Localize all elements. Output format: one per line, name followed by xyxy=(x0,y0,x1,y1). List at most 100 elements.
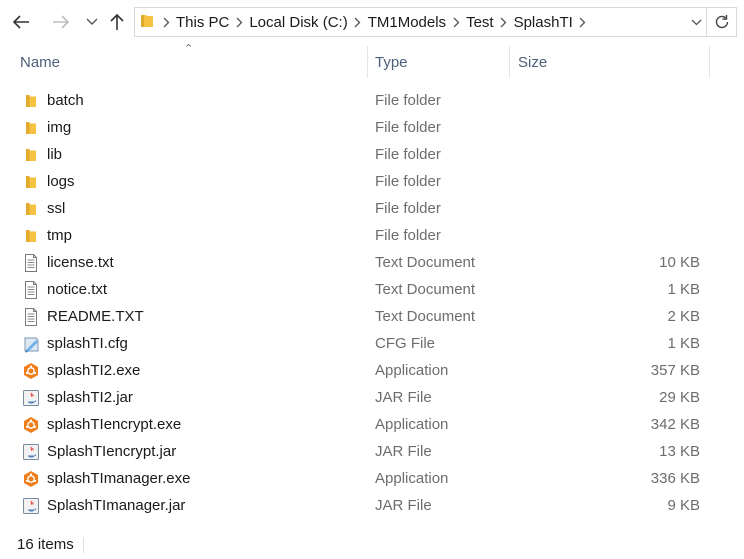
file-size: 336 KB xyxy=(650,470,700,487)
file-name[interactable]: splashTImanager.exe xyxy=(47,465,190,492)
file-type: File folder xyxy=(375,173,441,190)
arrow-right-icon xyxy=(53,15,70,29)
file-name[interactable]: SplashTIencrypt.jar xyxy=(47,438,176,465)
file-row[interactable]: tmp File folder xyxy=(0,222,744,249)
breadcrumb: This PC Local Disk (C:) TM1Models Test S… xyxy=(156,14,593,31)
breadcrumb-local-disk[interactable]: Local Disk (C:) xyxy=(249,14,347,31)
file-size: 13 KB xyxy=(659,443,700,460)
file-name[interactable]: lib xyxy=(47,141,62,168)
column-header-name[interactable]: Name xyxy=(20,46,60,78)
column-headers: Name Type Size xyxy=(0,46,744,78)
folder-icon xyxy=(21,118,41,138)
file-row[interactable]: ssl File folder xyxy=(0,195,744,222)
file-row[interactable]: license.txt Text Document 10 KB xyxy=(0,249,744,276)
file-size: 9 KB xyxy=(667,497,700,514)
file-name[interactable]: batch xyxy=(47,87,84,114)
up-button[interactable] xyxy=(106,11,128,33)
chevron-right-icon[interactable] xyxy=(156,17,176,28)
file-row[interactable]: splashTI.cfg CFG File 1 KB xyxy=(0,330,744,357)
file-type: File folder xyxy=(375,146,441,163)
chevron-down-icon xyxy=(691,19,701,25)
file-name[interactable]: tmp xyxy=(47,222,72,249)
file-type: File folder xyxy=(375,200,441,217)
file-name[interactable]: splashTIencrypt.exe xyxy=(47,411,181,438)
column-header-type[interactable]: Type xyxy=(375,46,408,78)
navigation-bar: This PC Local Disk (C:) TM1Models Test S… xyxy=(0,0,744,46)
app-icon xyxy=(21,415,41,435)
file-row[interactable]: batch File folder xyxy=(0,87,744,114)
file-size: 342 KB xyxy=(650,416,700,433)
file-name[interactable]: splashTI2.jar xyxy=(47,384,133,411)
chevron-right-icon[interactable] xyxy=(229,17,249,28)
column-header-size[interactable]: Size xyxy=(518,46,547,78)
file-row[interactable]: splashTIencrypt.exe Application 342 KB xyxy=(0,411,744,438)
file-size: 2 KB xyxy=(667,308,700,325)
chevron-right-icon[interactable] xyxy=(573,17,593,28)
app-icon xyxy=(21,469,41,489)
file-name[interactable]: splashTI2.exe xyxy=(47,357,140,384)
file-row[interactable]: notice.txt Text Document 1 KB xyxy=(0,276,744,303)
back-button[interactable] xyxy=(10,11,32,33)
file-name[interactable]: README.TXT xyxy=(47,303,144,330)
text-file-icon xyxy=(21,307,41,327)
file-type: JAR File xyxy=(375,389,432,406)
folder-icon xyxy=(21,172,41,192)
file-type: Application xyxy=(375,362,449,379)
file-name[interactable]: SplashTImanager.jar xyxy=(47,492,185,519)
column-divider[interactable] xyxy=(509,46,510,78)
file-size: 10 KB xyxy=(659,254,700,271)
folder-icon xyxy=(21,226,41,246)
forward-button[interactable] xyxy=(50,11,72,33)
breadcrumb-test[interactable]: Test xyxy=(466,14,494,31)
file-row[interactable]: img File folder xyxy=(0,114,744,141)
chevron-right-icon[interactable] xyxy=(446,17,466,28)
refresh-button[interactable] xyxy=(707,7,737,37)
status-bar: 16 items xyxy=(0,531,744,559)
file-type: Text Document xyxy=(375,254,476,271)
file-name[interactable]: notice.txt xyxy=(47,276,107,303)
file-name[interactable]: ssl xyxy=(47,195,65,222)
file-size: 1 KB xyxy=(667,281,700,298)
java-jar-icon xyxy=(21,496,41,516)
app-icon xyxy=(21,361,41,381)
breadcrumb-this-pc[interactable]: This PC xyxy=(176,14,229,31)
file-type: JAR File xyxy=(375,443,432,460)
file-type: Application xyxy=(375,470,449,487)
text-file-icon xyxy=(21,253,41,273)
file-name[interactable]: splashTI.cfg xyxy=(47,330,128,357)
file-name[interactable]: img xyxy=(47,114,71,141)
file-row[interactable]: logs File folder xyxy=(0,168,744,195)
file-type: Text Document xyxy=(375,308,476,325)
folder-icon xyxy=(21,91,41,111)
file-type: Text Document xyxy=(375,281,476,298)
folder-icon xyxy=(21,199,41,219)
file-row[interactable]: SplashTImanager.jar JAR File 9 KB xyxy=(0,492,744,519)
arrow-left-icon xyxy=(12,15,29,29)
file-row[interactable]: README.TXT Text Document 2 KB xyxy=(0,303,744,330)
chevron-right-icon[interactable] xyxy=(348,17,368,28)
java-jar-icon xyxy=(21,388,41,408)
column-divider[interactable] xyxy=(367,46,368,78)
file-row[interactable]: splashTImanager.exe Application 336 KB xyxy=(0,465,744,492)
address-history-button[interactable] xyxy=(686,8,706,36)
file-row[interactable]: lib File folder xyxy=(0,141,744,168)
breadcrumb-splashti[interactable]: SplashTI xyxy=(514,14,573,31)
column-divider[interactable] xyxy=(709,46,710,78)
breadcrumb-tm1models[interactable]: TM1Models xyxy=(368,14,446,31)
file-row[interactable]: splashTI2.jar JAR File 29 KB xyxy=(0,384,744,411)
arrow-up-icon xyxy=(110,13,124,30)
file-type: File folder xyxy=(375,92,441,109)
cfg-file-icon xyxy=(21,334,41,354)
chevron-down-icon xyxy=(86,18,98,25)
folder-icon xyxy=(21,145,41,165)
file-size: 1 KB xyxy=(667,335,700,352)
file-name[interactable]: license.txt xyxy=(47,249,114,276)
address-bar[interactable]: This PC Local Disk (C:) TM1Models Test S… xyxy=(134,7,707,37)
chevron-right-icon[interactable] xyxy=(494,17,514,28)
file-row[interactable]: SplashTIencrypt.jar JAR File 13 KB xyxy=(0,438,744,465)
recent-locations-button[interactable] xyxy=(81,11,103,33)
file-name[interactable]: logs xyxy=(47,168,75,195)
file-row[interactable]: splashTI2.exe Application 357 KB xyxy=(0,357,744,384)
file-type: JAR File xyxy=(375,497,432,514)
refresh-icon xyxy=(715,15,728,29)
